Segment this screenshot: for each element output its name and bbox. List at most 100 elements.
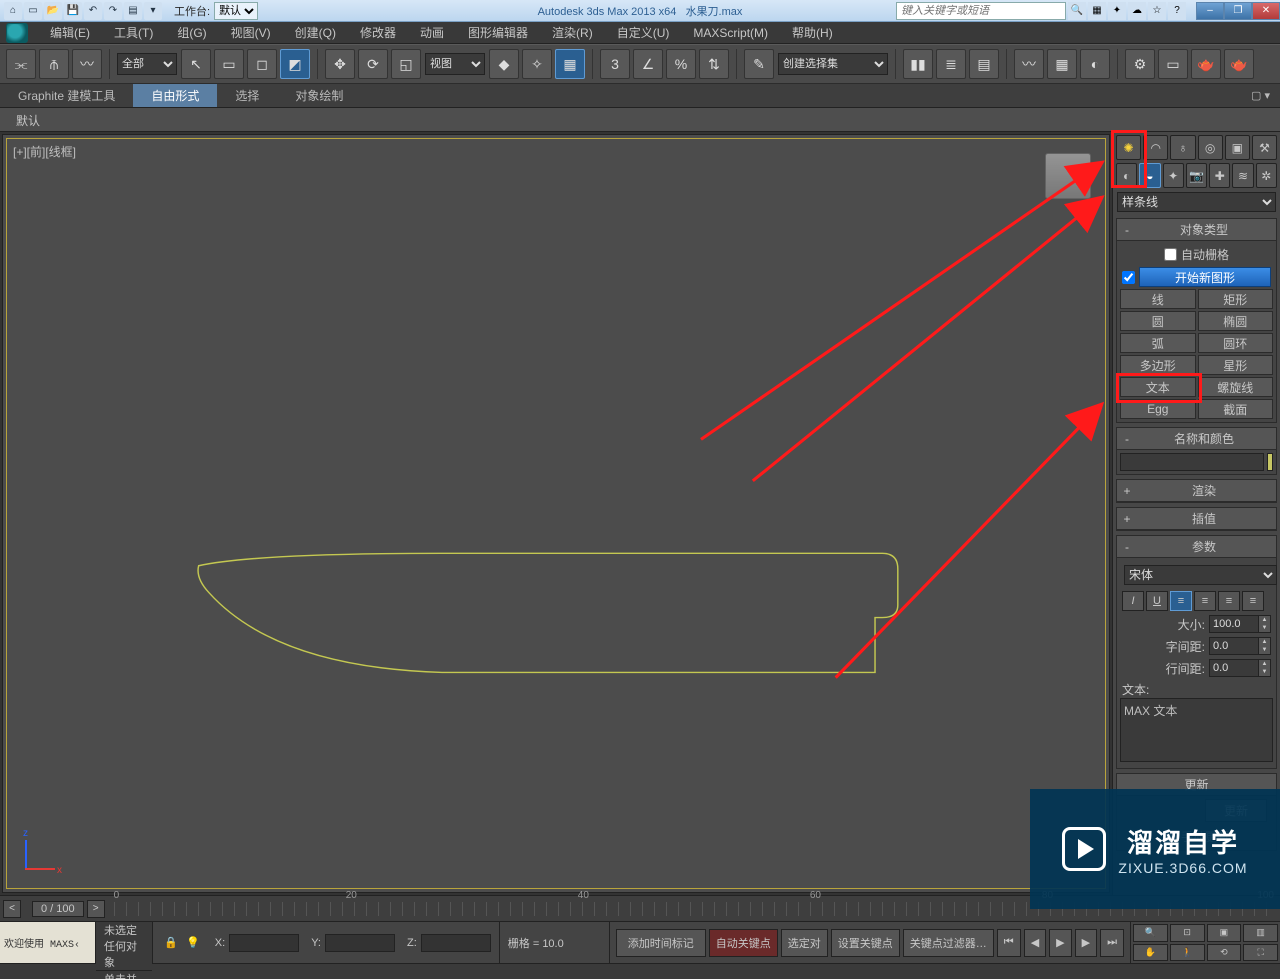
ribbon-tab-freeform[interactable]: 自由形式 — [133, 84, 217, 107]
undo-icon[interactable]: ↶ — [84, 2, 102, 20]
shape-category-select[interactable]: 样条线 — [1117, 192, 1276, 212]
tab-modify-icon[interactable]: ◠ — [1143, 135, 1168, 160]
menu-views[interactable]: 视图(V) — [219, 24, 283, 41]
autokey-button[interactable]: 自动关键点 — [709, 929, 778, 957]
open-icon[interactable]: 📂 — [44, 2, 62, 20]
layers-icon[interactable]: ▤ — [969, 49, 999, 79]
sub-helpers-icon[interactable]: ✚ — [1209, 163, 1230, 188]
timeslider-back-icon[interactable]: < — [3, 900, 21, 918]
snap-3d-icon[interactable]: 3 — [600, 49, 630, 79]
tab-motion-icon[interactable]: ◎ — [1198, 135, 1223, 160]
save-icon[interactable]: 💾 — [64, 2, 82, 20]
btn-helix[interactable]: 螺旋线 — [1198, 377, 1274, 397]
curve-editor-icon[interactable]: 〰 — [1014, 49, 1044, 79]
app-menu-button[interactable]: ⌂ — [4, 2, 22, 20]
nav-fov-icon[interactable]: ▥ — [1243, 924, 1278, 942]
tab-hierarchy-icon[interactable]: ♁ — [1170, 135, 1195, 160]
keymode-icon[interactable]: ▦ — [555, 49, 585, 79]
max-logo-icon[interactable] — [6, 23, 28, 43]
nav-walk-icon[interactable]: 🚶 — [1170, 944, 1205, 962]
isolate-icon[interactable]: 💡 — [183, 936, 203, 949]
snap-percent-icon[interactable]: % — [666, 49, 696, 79]
objcolor-swatch[interactable] — [1267, 453, 1273, 471]
nav-orbit-icon[interactable]: ⟲ — [1207, 944, 1242, 962]
coord-y[interactable] — [325, 934, 395, 952]
sub-geometry-icon[interactable]: ◐ — [1116, 163, 1137, 188]
btn-circle[interactable]: 圆 — [1120, 311, 1196, 331]
btn-arc[interactable]: 弧 — [1120, 333, 1196, 353]
maxscript-mini[interactable]: 欢迎使用 MAXS‹ — [0, 922, 96, 963]
lock-icon[interactable]: 🔒 — [161, 936, 181, 949]
sub-lights-icon[interactable]: ✦ — [1163, 163, 1184, 188]
timeslider-fwd-icon[interactable]: > — [87, 900, 105, 918]
btn-section[interactable]: 截面 — [1198, 399, 1274, 419]
bind-spacewarp-icon[interactable]: 〰 — [72, 49, 102, 79]
snap-angle-icon[interactable]: ∠ — [633, 49, 663, 79]
workspace-select[interactable]: 默认 — [214, 2, 258, 20]
nav-zoom-icon[interactable]: 🔍 — [1133, 924, 1168, 942]
minimize-button[interactable]: – — [1196, 2, 1224, 20]
unlink-icon[interactable]: ⫚ — [39, 49, 69, 79]
menu-help[interactable]: 帮助(H) — [780, 24, 845, 41]
tab-create-icon[interactable]: ✺ — [1116, 135, 1141, 160]
select-rect-icon[interactable]: ◻ — [247, 49, 277, 79]
named-sel-sets[interactable]: 创建选择集 — [778, 53, 888, 75]
spinner-snap-icon[interactable]: ⇅ — [699, 49, 729, 79]
size-spinner[interactable]: ▲▼ — [1209, 615, 1271, 633]
sub-cameras-icon[interactable]: 📷 — [1186, 163, 1207, 188]
menu-render[interactable]: 渲染(R) — [540, 24, 605, 41]
startnew-checkbox[interactable] — [1122, 271, 1135, 284]
select-link-icon[interactable]: ⫘ — [6, 49, 36, 79]
menu-edit[interactable]: 编辑(E) — [38, 24, 102, 41]
ribbon-tab-graphite[interactable]: Graphite 建模工具 — [0, 84, 133, 107]
tab-display-icon[interactable]: ▣ — [1225, 135, 1250, 160]
exchange-icon[interactable]: ✦ — [1108, 2, 1126, 20]
btn-text[interactable]: 文本 — [1120, 377, 1196, 397]
material-editor-icon[interactable]: ◐ — [1080, 49, 1110, 79]
selection-filter[interactable]: 全部 — [117, 53, 177, 75]
nav-zoomall-icon[interactable]: ⊡ — [1170, 924, 1205, 942]
mirror-icon[interactable]: ▮▮ — [903, 49, 933, 79]
select-window-icon[interactable]: ◩ — [280, 49, 310, 79]
render-prod-icon[interactable]: 🫖 — [1224, 49, 1254, 79]
align-right-icon[interactable]: ≡ — [1218, 591, 1240, 611]
align-left-icon[interactable]: ≡ — [1170, 591, 1192, 611]
community-icon[interactable]: ☁ — [1128, 2, 1146, 20]
btn-ngon[interactable]: 多边形 — [1120, 355, 1196, 375]
menu-animation[interactable]: 动画 — [408, 24, 456, 41]
manip-icon[interactable]: ✧ — [522, 49, 552, 79]
rotate-icon[interactable]: ⟳ — [358, 49, 388, 79]
render-frame-icon[interactable]: ▭ — [1158, 49, 1188, 79]
font-select[interactable]: 宋体 — [1124, 565, 1277, 585]
sub-systems-icon[interactable]: ✲ — [1256, 163, 1277, 188]
nav-zoom-extents-icon[interactable]: ▣ — [1207, 924, 1242, 942]
menu-create[interactable]: 创建(Q) — [283, 24, 348, 41]
kerning-spinner[interactable]: ▲▼ — [1209, 637, 1271, 655]
play-icon[interactable]: ▶ — [1049, 929, 1071, 957]
qat-dropdown-icon[interactable]: ▾ — [144, 2, 162, 20]
scale-icon[interactable]: ◱ — [391, 49, 421, 79]
coord-z[interactable] — [421, 934, 491, 952]
help-icon[interactable]: ? — [1168, 2, 1186, 20]
subscription-icon[interactable]: ▦ — [1088, 2, 1106, 20]
add-timetag[interactable]: 添加时间标记 — [616, 929, 706, 957]
schematic-icon[interactable]: ▦ — [1047, 49, 1077, 79]
search-input[interactable] — [896, 2, 1066, 20]
next-frame-icon[interactable]: ▶ — [1075, 929, 1097, 957]
menu-modifiers[interactable]: 修改器 — [348, 24, 408, 41]
move-icon[interactable]: ✥ — [325, 49, 355, 79]
maximize-button[interactable]: ❐ — [1224, 2, 1252, 20]
align-justify-icon[interactable]: ≡ — [1242, 591, 1264, 611]
trackbar[interactable] — [0, 963, 1280, 979]
render-setup-icon[interactable]: ⚙ — [1125, 49, 1155, 79]
coord-x[interactable] — [229, 934, 299, 952]
btn-ellipse[interactable]: 椭圆 — [1198, 311, 1274, 331]
viewport[interactable]: [+][前][线框] zx — [2, 134, 1110, 893]
search-icon[interactable]: 🔍 — [1068, 2, 1086, 20]
sel-dd[interactable]: 选定对 — [781, 929, 828, 957]
italic-icon[interactable]: I — [1122, 591, 1144, 611]
sub-spacewarps-icon[interactable]: ≋ — [1232, 163, 1253, 188]
frame-readout[interactable]: 0 / 100 — [32, 901, 84, 917]
btn-line[interactable]: 线 — [1120, 289, 1196, 309]
favorite-icon[interactable]: ☆ — [1148, 2, 1166, 20]
